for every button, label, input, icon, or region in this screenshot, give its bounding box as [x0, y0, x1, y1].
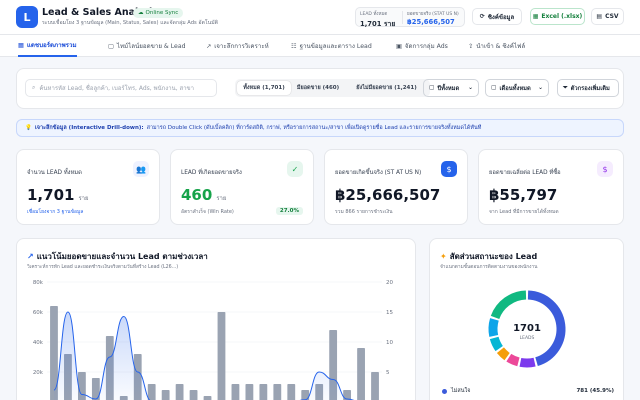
month-select[interactable]: ▢ เดือนทั้งหมด ⌄ — [485, 79, 549, 97]
legend-label: ไม่สนใจ — [451, 388, 471, 394]
app-header: L Lead & Sales Analytics ☁ Online Sync ร… — [0, 0, 640, 35]
tab-overview[interactable]: ▦ แดชบอร์ดภาพรวม — [18, 35, 77, 57]
segment-all[interactable]: ทั้งหมด (1,701) — [237, 81, 291, 95]
calendar-icon: ▢ — [108, 42, 114, 50]
donut-center-label: LEADS — [520, 335, 535, 341]
cloud-icon: ☁ — [138, 10, 144, 16]
search-placeholder: ค้นหารหัส Lead, ชื่อลูกค้า, เบอร์โทร, Ad… — [39, 85, 195, 92]
lead-count-bar[interactable] — [357, 348, 365, 400]
tab-import[interactable]: ⇪ นำเข้า & ซิงค์ไฟล์ — [468, 35, 525, 57]
y-left-tick-label: 20k — [33, 370, 44, 376]
sales-status-segment: ทั้งหมด (1,701) มียอดขาย (460) ยังไม่มีย… — [235, 79, 430, 97]
y-right-tick-label: 10 — [386, 340, 393, 346]
lead-count-bar[interactable] — [259, 384, 268, 400]
export-excel-button[interactable]: ▦ Excel (.xlsx) — [530, 8, 585, 25]
main-tabs: ▦ แดชบอร์ดภาพรวม ▢ ไทม์ไลน์ยอดขาย & Lead… — [0, 35, 640, 57]
upload-icon: ⇪ — [468, 42, 474, 50]
stat-total-sales: ยอดขายจริง (STAT US N) ฿25,666,507 — [407, 12, 459, 26]
donut-slice[interactable] — [490, 290, 527, 320]
y-left-tick-label: 60k — [33, 310, 44, 316]
lead-count-bar[interactable] — [273, 384, 282, 400]
search-icon: ⌕ — [32, 84, 36, 91]
trend-chart-card: ↗ แนวโน้มยอดขายและจำนวน Lead ตามช่วงเวลา… — [16, 238, 416, 400]
filter-icon: ⏷ — [563, 84, 568, 91]
donut-slice[interactable] — [506, 353, 520, 367]
donut-center-value: 1701 — [513, 323, 541, 334]
donut-slice[interactable] — [488, 318, 499, 337]
donut-legend-item[interactable]: ไม่สนใจ 781 (45.9%) — [442, 387, 614, 395]
lead-count-bar[interactable] — [147, 384, 156, 400]
kpi-total-leads[interactable]: จำนวน LEAD ทั้งหมด 👥 1,701 ราย เชื่อมโยงจ… — [16, 149, 160, 225]
segment-no-sales[interactable]: ยังไม่มียอดขาย (1,241) — [345, 81, 428, 95]
lightbulb-icon: 💡 — [25, 125, 32, 131]
users-icon: 👥 — [133, 161, 149, 177]
sync-button[interactable]: ⟳ ซิงค์ข้อมูล — [472, 8, 522, 25]
tab-database[interactable]: ☷ ฐานข้อมูลและตาราง Lead — [291, 35, 372, 57]
trend-chart[interactable]: 80k60k40k20k0k20151050 — [17, 239, 417, 400]
receipt-icon: $ — [597, 161, 613, 177]
tab-analysis[interactable]: ↗ เจาะลึกการวิเคราะห์ — [206, 35, 269, 57]
sync-status-label: Online Sync — [145, 10, 179, 16]
lead-count-bar[interactable] — [245, 384, 254, 400]
kpi-avg-sales[interactable]: ยอดขายเฉลี่ยต่อ LEAD ที่ซื้อ $ ฿55,797 จ… — [478, 149, 624, 225]
export-csv-button[interactable]: ▤ CSV — [591, 8, 624, 25]
legend-color-dot — [442, 388, 447, 394]
export-csv-label: CSV — [605, 13, 619, 20]
lead-count-bar[interactable] — [287, 384, 296, 400]
sync-button-label: ซิงค์ข้อมูล — [487, 13, 515, 21]
file-icon: ▤ — [596, 13, 603, 20]
lead-count-bar[interactable] — [161, 390, 170, 400]
dollar-icon: $ — [441, 161, 457, 177]
y-left-tick-label: 40k — [33, 340, 44, 346]
more-filters-button[interactable]: ⏷ ตัวกรองเพิ่มเติม — [557, 79, 619, 97]
sync-status-badge: ☁ Online Sync — [133, 8, 184, 18]
year-select[interactable]: ▢ ปีทั้งหมด ⌄ — [423, 79, 479, 97]
legend-value: 781 (45.9%) — [576, 388, 614, 394]
kpi-won-leads[interactable]: LEAD ที่เกิดยอดขายจริง ✓ 460 ราย อัตราสำเ… — [170, 149, 314, 225]
filter-bar: ⌕ ค้นหารหัส Lead, ชื่อลูกค้า, เบอร์โทร, … — [16, 68, 624, 109]
lead-count-bar[interactable] — [175, 384, 184, 400]
header-stats: LEAD ทั้งหมด 1,701 ราย ยอดขายจริง (STAT … — [355, 7, 465, 28]
donut-slice[interactable] — [496, 347, 510, 361]
export-excel-label: Excel (.xlsx) — [541, 13, 583, 20]
spreadsheet-icon: ▦ — [532, 13, 539, 20]
status-donut-card: ✦ สัดส่วนสถานะของ Lead จำแนกตามขั้นตอนกา… — [429, 238, 624, 400]
lead-count-bar[interactable] — [203, 396, 212, 400]
divider — [402, 11, 403, 24]
grid-icon: ▦ — [18, 41, 24, 49]
tab-timeline[interactable]: ▢ ไทม์ไลน์ยอดขาย & Lead — [108, 35, 186, 57]
y-left-tick-label: 80k — [33, 280, 44, 286]
sales-area-fill — [53, 312, 353, 400]
lead-count-bar[interactable] — [189, 390, 198, 400]
refresh-icon: ⟳ — [479, 13, 485, 20]
app-logo: L — [16, 6, 38, 28]
win-rate-badge: 27.0% — [275, 207, 303, 215]
trend-icon: ↗ — [206, 42, 212, 50]
lead-count-bar[interactable] — [217, 312, 226, 400]
info-title: เจาะลึกข้อมูล (Interactive Drill-down): — [34, 125, 144, 131]
lead-count-bar[interactable] — [231, 384, 240, 400]
drilldown-info-bar: 💡 เจาะลึกข้อมูล (Interactive Drill-down)… — [16, 119, 624, 137]
lead-count-bar[interactable] — [371, 372, 379, 400]
segment-with-sales[interactable]: มียอดขาย (460) — [293, 81, 343, 95]
donut-slice[interactable] — [489, 336, 503, 352]
kpi-total-sales[interactable]: ยอดขายเกิดขึ้นจริง (ST AT US N) $ ฿25,66… — [324, 149, 468, 225]
status-donut-chart[interactable]: 1701LEADS — [430, 239, 625, 400]
check-circle-icon: ✓ — [287, 161, 303, 177]
info-text: สามารถ Double Click (ดับเบิ้ลคลิก) ที่กา… — [146, 125, 482, 131]
calendar-icon: ▢ — [429, 85, 435, 91]
table-icon: ☷ — [291, 42, 297, 50]
chevron-down-icon: ⌄ — [468, 85, 473, 91]
chevron-down-icon: ⌄ — [538, 85, 543, 91]
app-subtitle: ระบบเชื่อมโยง 3 ฐานข้อมูล (Main, Status,… — [42, 20, 218, 26]
tab-ads[interactable]: ▣ จัดการกลุ่ม Ads — [396, 35, 448, 57]
y-right-tick-label: 20 — [386, 280, 393, 286]
image-icon: ▣ — [396, 42, 402, 50]
search-input[interactable]: ⌕ ค้นหารหัส Lead, ชื่อลูกค้า, เบอร์โทร, … — [25, 79, 217, 97]
donut-slice[interactable] — [519, 357, 536, 368]
stat-total-leads: LEAD ทั้งหมด 1,701 ราย — [360, 12, 396, 28]
y-right-tick-label: 15 — [386, 310, 393, 316]
y-right-tick-label: 5 — [386, 370, 390, 376]
calendar-icon: ▢ — [491, 85, 497, 91]
